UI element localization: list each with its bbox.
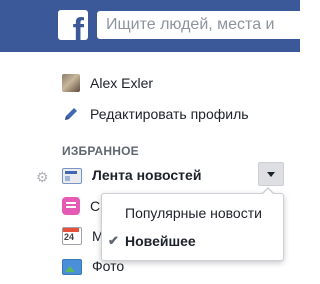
- calendar-icon: 24: [62, 227, 82, 245]
- favorites-heading: ИЗБРАННОЕ: [62, 144, 139, 158]
- top-bar: f: [0, 0, 312, 52]
- top-stories-label: Популярные новости: [125, 205, 262, 221]
- most-recent-label: Новейшее: [125, 233, 196, 249]
- user-name: Alex Exler: [90, 75, 154, 91]
- messages-label: С: [90, 198, 101, 214]
- calendar-day: 24: [64, 232, 75, 242]
- checkmark-icon: ✔: [108, 233, 119, 248]
- news-feed-sort-dropdown: Популярные новости ✔ Новейшее: [101, 187, 284, 261]
- gear-icon[interactable]: ⚙: [36, 170, 50, 184]
- sidebar-item-events[interactable]: 24 М: [62, 225, 104, 247]
- search-input[interactable]: [97, 11, 306, 39]
- facebook-logo[interactable]: f: [58, 10, 88, 40]
- news-feed-icon: [62, 168, 82, 184]
- search-box[interactable]: [97, 11, 312, 39]
- messages-icon: [62, 197, 80, 215]
- profile-link[interactable]: Alex Exler: [62, 72, 153, 94]
- sidebar-item-news-feed[interactable]: Лента новостей: [62, 164, 201, 186]
- news-feed-label: Лента новостей: [92, 167, 202, 183]
- chevron-down-icon[interactable]: [258, 162, 284, 186]
- avatar: [62, 74, 80, 92]
- dropdown-item-top-stories[interactable]: Популярные новости: [102, 200, 283, 226]
- sidebar-item-messages[interactable]: С: [62, 195, 100, 217]
- facebook-logo-letter: f: [72, 12, 84, 40]
- edit-profile-link[interactable]: Редактировать профиль: [62, 103, 249, 125]
- edit-profile-label: Редактировать профиль: [90, 106, 249, 122]
- photo-icon: [62, 259, 82, 275]
- dropdown-item-most-recent[interactable]: ✔ Новейшее: [102, 228, 283, 254]
- pencil-icon: [62, 105, 80, 123]
